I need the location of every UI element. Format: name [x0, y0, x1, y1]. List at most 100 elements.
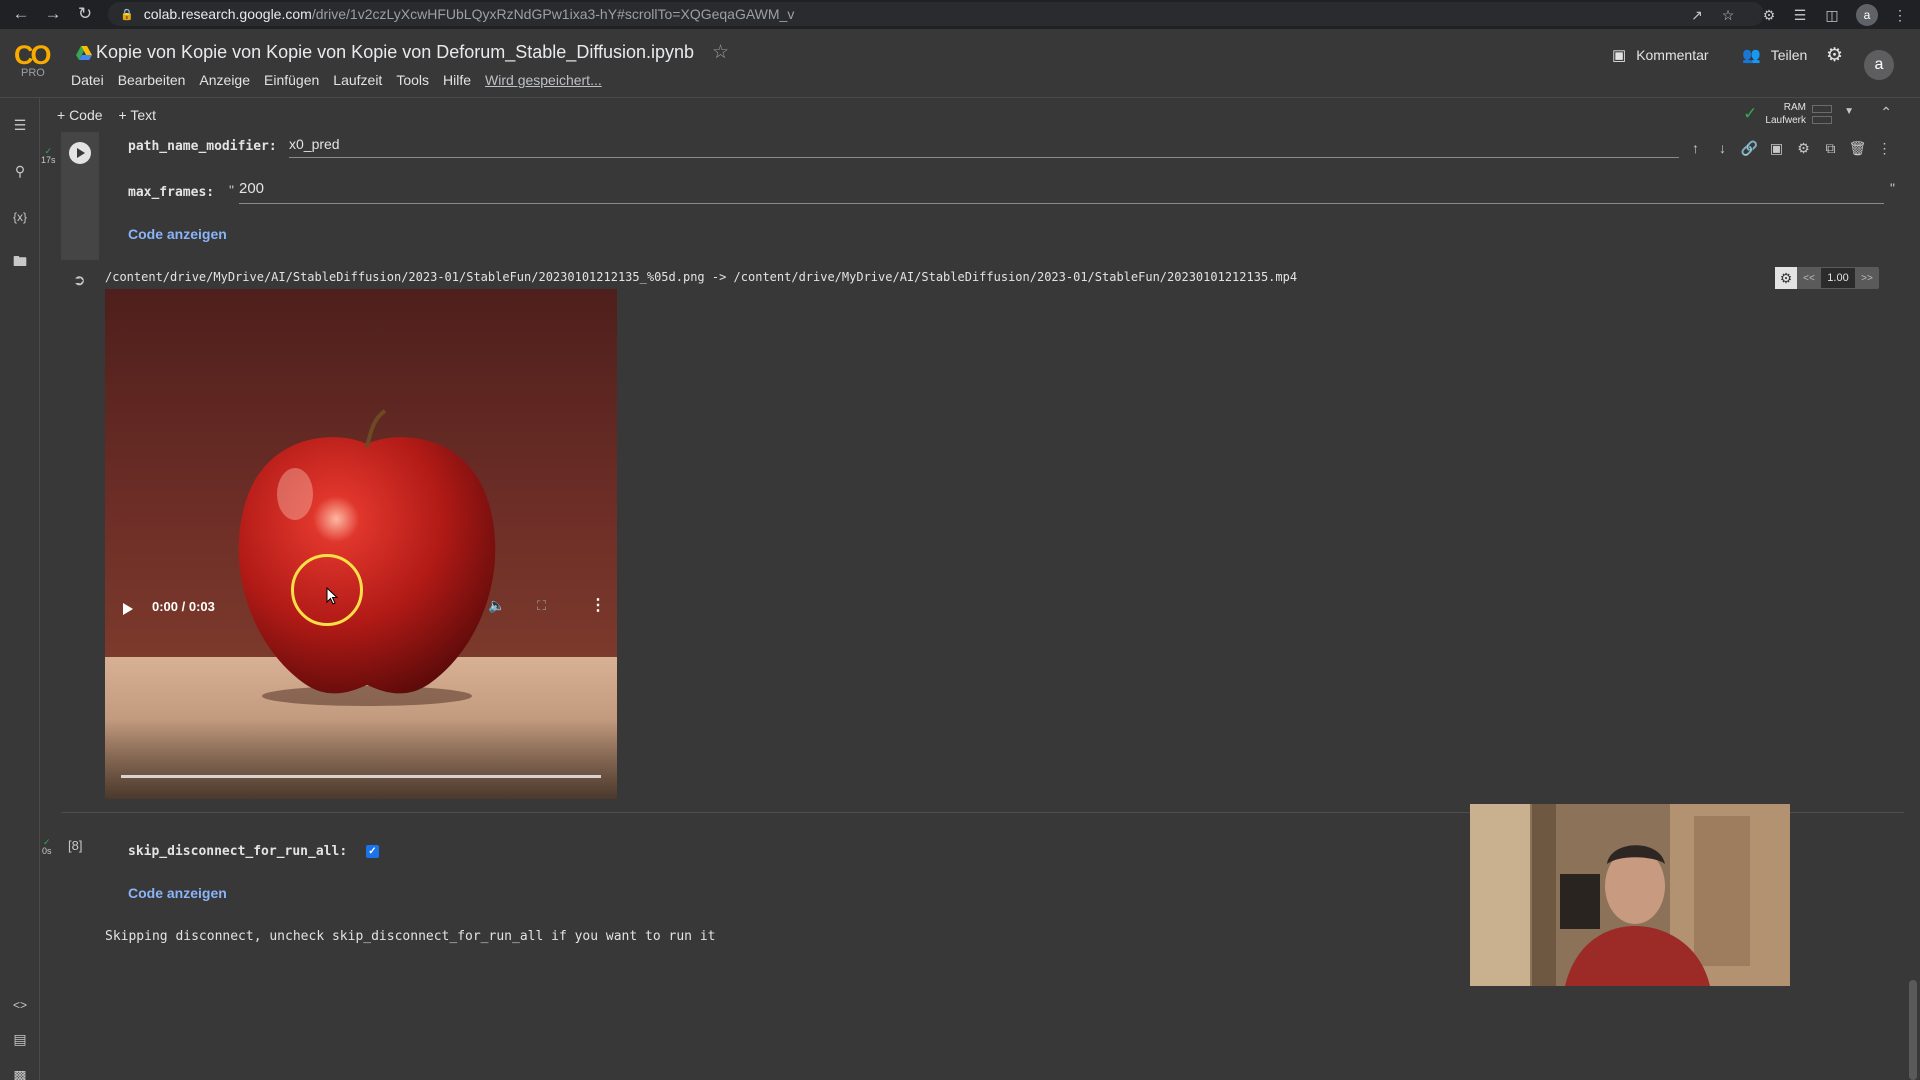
menu-laufzeit[interactable]: Laufzeit [333, 72, 382, 88]
code-snippets-icon[interactable]: <> [9, 994, 31, 1016]
menu-bar: Datei Bearbeiten Anzeige Einfügen Laufze… [71, 72, 616, 88]
back-icon[interactable]: ← [8, 1, 34, 27]
scrollbar[interactable] [1909, 980, 1917, 1080]
comment-label: Kommentar [1636, 47, 1709, 63]
speed-value[interactable]: 1.00 [1821, 268, 1855, 288]
add-text-button[interactable]: + Text [119, 107, 157, 123]
variables-icon[interactable]: {x} [9, 206, 31, 228]
link-icon[interactable]: 🔗 [1736, 140, 1763, 157]
video-player[interactable]: 0:00 / 0:03 🔈 ⛶ ⋮ [105, 289, 617, 799]
url-path: /drive/1v2czLyXcwHFUbLQyxRzNdGPw1ixa3-hY… [311, 6, 795, 22]
share-label: Teilen [1770, 47, 1808, 63]
video-progress-bar[interactable] [121, 775, 601, 778]
cell-settings-icon[interactable]: ⚙ [1790, 140, 1817, 157]
field-label: path_name_modifier: [128, 139, 277, 154]
reading-list-icon[interactable]: ☰ [1790, 5, 1810, 25]
extensions-icon[interactable]: ⚙ [1759, 5, 1779, 25]
google-drive-icon [76, 46, 92, 60]
left-sidebar: ☰ ⚲ {x} 🖿 <> ▤ ▩ [0, 98, 40, 1080]
field-label: skip_disconnect_for_run_all: [128, 844, 348, 859]
mouse-pointer-icon [326, 587, 338, 605]
comment-cell-icon[interactable]: ▣ [1763, 140, 1790, 157]
lock-icon: 🔒 [120, 8, 134, 21]
fullscreen-icon[interactable]: ⛶ [537, 598, 546, 614]
side-panel-icon[interactable]: ◫ [1822, 5, 1842, 25]
command-palette-icon[interactable]: ▤ [9, 1028, 31, 1050]
disk-usage-bar [1812, 115, 1832, 124]
add-code-button[interactable]: + Code [57, 107, 103, 123]
delete-icon[interactable]: 🗑 [1844, 140, 1871, 157]
video-controls [105, 719, 617, 799]
skip-disconnect-checkbox[interactable]: ✓ [366, 845, 379, 858]
forward-icon[interactable]: → [40, 1, 66, 27]
menu-datei[interactable]: Datei [71, 72, 104, 88]
cell-gutter [61, 132, 99, 260]
settings-gear-icon[interactable]: ⚙ [1826, 44, 1843, 67]
resources-indicator[interactable]: ✓ RAM Laufwerk [1743, 101, 1832, 127]
reload-icon[interactable]: ↻ [72, 1, 98, 27]
address-bar[interactable]: 🔒 colab.research.google.com/drive/1v2czL… [108, 2, 1764, 26]
field-label: max_frames: [128, 185, 215, 200]
browser-profile-avatar[interactable]: a [1856, 4, 1878, 26]
cell-exec-status: ✓ 17s [41, 146, 56, 165]
show-code-link[interactable]: Code anzeigen [128, 885, 227, 901]
chevron-down-icon[interactable]: ▼ [1844, 106, 1854, 117]
playback-speed-control: ⚙ << 1.00 >> [1775, 267, 1879, 289]
exec-time: 17s [41, 155, 56, 165]
webcam-overlay [1470, 804, 1790, 986]
speed-decrease-button[interactable]: << [1797, 273, 1821, 284]
connected-check-icon: ✓ [1743, 104, 1758, 123]
menu-anzeige[interactable]: Anzeige [199, 72, 250, 88]
mirror-cell-icon[interactable]: ⧉ [1817, 140, 1844, 157]
output-clear-icon[interactable]: ➲ [73, 271, 86, 289]
quote-close: " [1890, 180, 1895, 196]
quote-open: " [229, 182, 234, 198]
menu-einfuegen[interactable]: Einfügen [264, 72, 319, 88]
output-text: /content/drive/MyDrive/AI/StableDiffusio… [105, 270, 1298, 284]
comment-button[interactable]: ▣ Kommentar [1612, 46, 1709, 64]
video-time: 0:00 / 0:03 [152, 599, 215, 614]
colab-logo[interactable]: CO PRO [14, 40, 54, 80]
video-more-icon[interactable]: ⋮ [590, 595, 606, 615]
play-icon[interactable] [123, 603, 133, 615]
exec-time: 0s [42, 846, 52, 856]
output-text: Skipping disconnect, uncheck skip_discon… [105, 929, 716, 944]
bookmark-star-icon[interactable]: ☆ [1718, 5, 1738, 25]
menu-hilfe[interactable]: Hilfe [443, 72, 471, 88]
speed-gear-icon[interactable]: ⚙ [1775, 267, 1797, 289]
show-code-link[interactable]: Code anzeigen [128, 226, 227, 242]
save-status[interactable]: Wird gespeichert... [485, 72, 602, 88]
notebook-title[interactable]: Kopie von Kopie von Kopie von Kopie von … [96, 42, 694, 63]
chevron-up-icon[interactable]: ⌃ [1880, 104, 1892, 121]
more-options-icon[interactable]: ⋮ [1871, 140, 1898, 157]
max-frames-input[interactable]: 200 [239, 180, 1884, 204]
files-folder-icon[interactable]: 🖿 [9, 252, 31, 274]
pro-label: PRO [21, 67, 45, 79]
share-page-icon[interactable]: ↗ [1687, 5, 1707, 25]
path-name-modifier-input[interactable]: x0_pred [289, 136, 1679, 158]
run-cell-button[interactable] [69, 142, 91, 164]
menu-tools[interactable]: Tools [396, 72, 429, 88]
terminal-icon[interactable]: ▩ [9, 1064, 31, 1080]
notebook-toolbar: + Code + Text ✓ RAM Laufwerk ▼ ⌃ [41, 98, 1920, 132]
exec-count: [8] [68, 838, 83, 853]
cell-exec-status: ✓ 0s [42, 837, 52, 856]
volume-icon[interactable]: 🔈 [488, 597, 505, 614]
search-icon[interactable]: ⚲ [9, 160, 31, 182]
menu-bearbeiten[interactable]: Bearbeiten [118, 72, 186, 88]
logo-mark: CO [14, 40, 52, 70]
field-value: x0_pred [289, 136, 340, 152]
table-of-contents-icon[interactable]: ☰ [9, 114, 31, 136]
speed-increase-button[interactable]: >> [1855, 273, 1879, 284]
url-host: colab.research.google.com [143, 6, 312, 22]
move-down-icon[interactable]: ↓ [1709, 140, 1736, 157]
star-icon[interactable]: ☆ [712, 41, 729, 64]
comment-icon: ▣ [1612, 47, 1627, 64]
webcam-feed [1470, 804, 1790, 986]
cell-toolbar: ↑ ↓ 🔗 ▣ ⚙ ⧉ 🗑 ⋮ [1682, 140, 1898, 157]
browser-menu-icon[interactable]: ⋮ [1890, 5, 1910, 25]
ram-label: RAM [1783, 102, 1806, 113]
user-avatar[interactable]: a [1864, 50, 1894, 80]
move-up-icon[interactable]: ↑ [1682, 140, 1709, 157]
share-button[interactable]: 👥 Teilen [1742, 46, 1807, 64]
